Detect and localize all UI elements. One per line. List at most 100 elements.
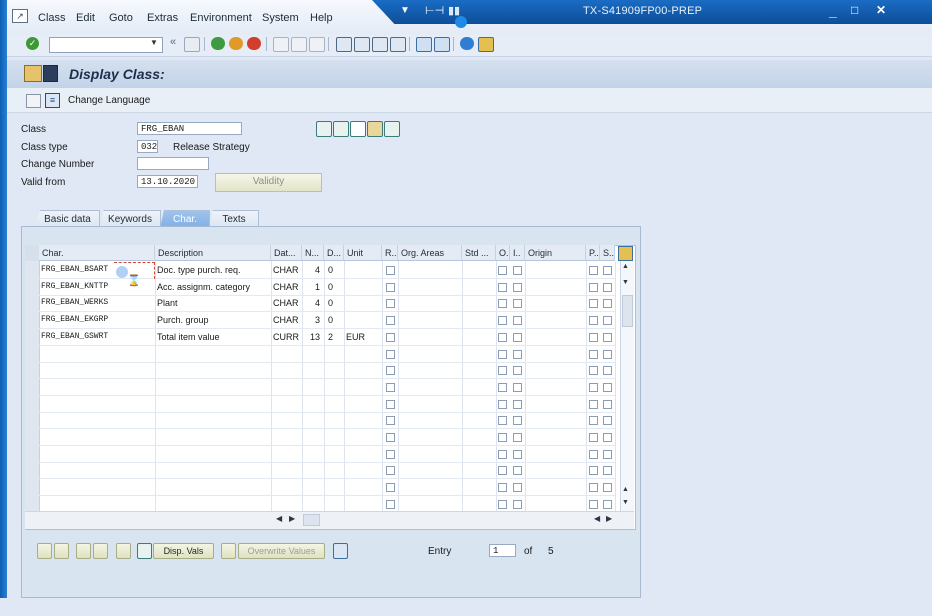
row-checkbox[interactable] — [603, 483, 612, 492]
row-checkbox[interactable] — [498, 366, 507, 375]
row-checkbox[interactable] — [589, 433, 598, 442]
row-checkbox[interactable] — [498, 283, 507, 292]
display-values-icon[interactable] — [137, 543, 152, 559]
row-checkbox[interactable] — [498, 266, 507, 275]
row-checkbox[interactable] — [498, 466, 507, 475]
glasses-icon[interactable] — [316, 121, 332, 137]
row-checkbox[interactable] — [498, 333, 507, 342]
row-checkbox[interactable] — [498, 450, 507, 459]
last-page-icon[interactable] — [390, 37, 406, 52]
row-checkbox[interactable] — [513, 266, 522, 275]
menu-help[interactable]: Help — [310, 12, 333, 24]
command-field[interactable] — [49, 37, 163, 53]
cell-unit[interactable] — [344, 295, 382, 311]
row-checkbox[interactable] — [513, 466, 522, 475]
row-selector-column[interactable] — [25, 261, 40, 511]
menu-environment[interactable]: Environment — [190, 12, 252, 24]
change-number-field[interactable] — [137, 157, 209, 170]
customize-layout-icon[interactable] — [478, 37, 494, 52]
row-checkbox[interactable] — [513, 450, 522, 459]
cell-char[interactable]: FRG_EBAN_EKGRP — [39, 312, 155, 328]
scroll-page-up-icon[interactable]: ▲ — [622, 486, 629, 493]
overwrite-values-button[interactable]: Overwrite Values — [238, 543, 325, 559]
row-checkbox[interactable] — [498, 316, 507, 325]
cell-data-type[interactable]: CHAR — [271, 295, 302, 311]
cell-unit[interactable] — [344, 262, 382, 278]
menu-extras[interactable]: Extras — [147, 12, 178, 24]
row-checkbox[interactable] — [386, 466, 395, 475]
row-checkbox[interactable] — [603, 333, 612, 342]
cell-decimals[interactable]: 0 — [326, 279, 344, 295]
dropdown-icon[interactable]: ▼ — [400, 5, 410, 16]
row-checkbox[interactable] — [386, 299, 395, 308]
row-checkbox[interactable] — [603, 416, 612, 425]
row-checkbox[interactable] — [603, 283, 612, 292]
cell-data-type[interactable]: CURR — [271, 329, 302, 345]
row-checkbox[interactable] — [498, 350, 507, 359]
class-field[interactable]: FRG_EBAN — [137, 122, 242, 135]
col-header-r[interactable]: R.. — [382, 245, 398, 261]
collapse-all-button[interactable] — [54, 543, 69, 559]
cell-data-type[interactable]: CHAR — [271, 279, 302, 295]
horizontal-scrollbar[interactable] — [25, 511, 634, 529]
cell-number-chars[interactable]: 4 — [302, 295, 322, 311]
delete-row-button[interactable] — [116, 543, 131, 559]
find-next-icon[interactable] — [309, 37, 325, 52]
language-icon[interactable]: ≡ — [45, 93, 60, 108]
row-checkbox[interactable] — [386, 316, 395, 325]
row-checkbox[interactable] — [603, 383, 612, 392]
row-checkbox[interactable] — [603, 299, 612, 308]
copy-icon[interactable] — [367, 121, 383, 137]
save-icon[interactable] — [184, 37, 200, 52]
row-checkbox[interactable] — [386, 416, 395, 425]
column-settings-icon[interactable] — [618, 246, 633, 261]
app-menu-icon[interactable] — [24, 65, 42, 82]
cell-data-type[interactable]: CHAR — [271, 262, 302, 278]
row-checkbox[interactable] — [603, 366, 612, 375]
row-checkbox[interactable] — [603, 266, 612, 275]
find-binoculars-icon[interactable] — [333, 543, 348, 559]
row-checkbox[interactable] — [603, 500, 612, 509]
cell-unit[interactable] — [344, 312, 382, 328]
cell-decimals[interactable]: 0 — [326, 312, 344, 328]
scroll-down-small-icon[interactable]: ▼ — [622, 279, 629, 286]
row-checkbox[interactable] — [513, 483, 522, 492]
cell-unit[interactable]: EUR — [344, 329, 382, 345]
app-menu-dropdown-icon[interactable] — [43, 65, 58, 82]
enter-check-icon[interactable]: ✓ — [26, 37, 39, 50]
row-checkbox[interactable] — [513, 433, 522, 442]
shortcut-icon[interactable] — [434, 37, 450, 52]
new-session-icon[interactable] — [416, 37, 432, 52]
menu-goto[interactable]: Goto — [109, 12, 133, 24]
disp-vals-button[interactable]: Disp. Vals — [153, 543, 214, 559]
scroll-left-icon[interactable]: ◀ — [276, 514, 282, 523]
col-header-std[interactable]: Std ... — [462, 245, 496, 261]
row-checkbox[interactable] — [589, 450, 598, 459]
row-checkbox[interactable] — [386, 500, 395, 509]
row-checkbox[interactable] — [589, 350, 598, 359]
col-header-origin[interactable]: Origin — [525, 245, 586, 261]
cell-number-chars[interactable]: 4 — [302, 262, 322, 278]
row-checkbox[interactable] — [589, 466, 598, 475]
row-checkbox[interactable] — [513, 383, 522, 392]
scroll-right-left-icon[interactable]: ◀ — [594, 514, 600, 523]
row-checkbox[interactable] — [589, 366, 598, 375]
row-checkbox[interactable] — [589, 500, 598, 509]
row-checkbox[interactable] — [498, 299, 507, 308]
row-checkbox[interactable] — [498, 383, 507, 392]
cancel-icon[interactable] — [247, 37, 261, 50]
pencil-icon[interactable] — [333, 121, 349, 137]
cell-description[interactable]: Acc. assignm. category — [155, 279, 271, 295]
help-icon[interactable] — [460, 37, 474, 50]
entry-field[interactable]: 1 — [489, 544, 516, 557]
change-language-button[interactable]: Change Language — [68, 95, 150, 106]
menu-system[interactable]: System — [262, 12, 299, 24]
cell-decimals[interactable]: 2 — [326, 329, 344, 345]
menu-edit[interactable]: Edit — [76, 12, 95, 24]
back-icon[interactable] — [211, 37, 225, 50]
cell-char[interactable]: FRG_EBAN_WERKS — [39, 295, 155, 311]
cell-number-chars[interactable]: 3 — [302, 312, 322, 328]
row-checkbox[interactable] — [386, 283, 395, 292]
row-checkbox[interactable] — [513, 400, 522, 409]
row-checkbox[interactable] — [498, 433, 507, 442]
